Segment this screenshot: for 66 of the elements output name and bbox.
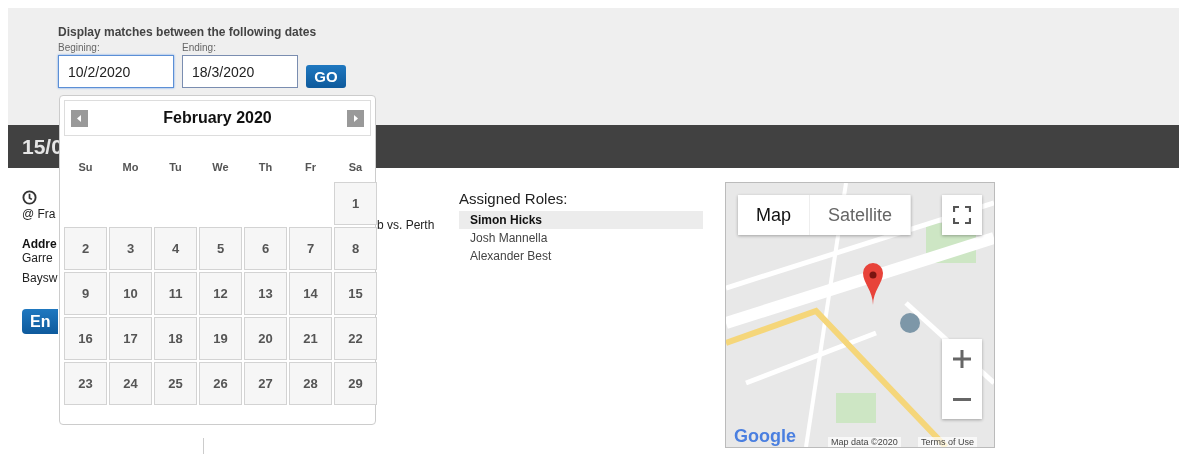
calendar-title: February 2020 [163, 109, 272, 127]
field-label: Begining: [58, 42, 101, 53]
calendar-day[interactable]: 14 [289, 272, 332, 315]
calendar-day[interactable]: 16 [64, 317, 107, 360]
plus-icon [953, 350, 971, 368]
weekday-label: Th [257, 161, 274, 173]
roles-title: Assigned Roles: [459, 190, 569, 207]
weekday-label: Sa [347, 161, 364, 173]
calendar-day[interactable]: 3 [109, 227, 152, 270]
calendar-day[interactable]: 1 [334, 182, 377, 225]
weekday-label: Fr [304, 161, 317, 173]
calendar-day[interactable]: 23 [64, 362, 107, 405]
calendar-day[interactable]: 8 [334, 227, 377, 270]
map-type-tab[interactable]: Map [738, 195, 810, 235]
calendar-day[interactable]: 4 [154, 227, 197, 270]
calendar-day[interactable]: 12 [199, 272, 242, 315]
calendar-day[interactable]: 21 [289, 317, 332, 360]
end-date-field[interactable]: 18/3/2020 [182, 55, 298, 88]
zoom-in-button[interactable] [942, 339, 982, 379]
enter-button[interactable]: En [22, 309, 58, 334]
begin-date-field[interactable]: 10/2/2020 [58, 55, 174, 88]
terms-link[interactable]: Terms of Use [918, 437, 977, 447]
role-person[interactable]: Simon Hicks [459, 211, 703, 229]
filter-title: Display matches between the following dates [58, 25, 318, 39]
calendar-day[interactable]: 10 [109, 272, 152, 315]
calendar-day[interactable]: 25 [154, 362, 197, 405]
teams-text: b vs. Perth [377, 218, 435, 232]
calendar-day[interactable]: 9 [64, 272, 107, 315]
clock-icon [22, 190, 37, 205]
role-person[interactable]: Josh Mannella [459, 229, 703, 247]
venue-text: @ Fra [22, 207, 56, 221]
fullscreen-icon[interactable] [942, 195, 982, 235]
calendar-day[interactable]: 27 [244, 362, 287, 405]
address-label: Addre [22, 237, 57, 251]
previous-month-icon[interactable] [71, 109, 88, 127]
map-logo: Google [734, 426, 796, 447]
go-button[interactable]: GO [306, 65, 346, 88]
weekday-label: Su [77, 161, 94, 173]
map-type-tab[interactable]: Satellite [810, 195, 912, 235]
calendar-day[interactable]: 17 [109, 317, 152, 360]
calendar-day[interactable]: 11 [154, 272, 197, 315]
address-line: Baysw [22, 271, 58, 285]
calendar-day[interactable]: 13 [244, 272, 287, 315]
calendar-day[interactable]: 19 [199, 317, 242, 360]
calendar-day[interactable]: 20 [244, 317, 287, 360]
map-attribution: Map data ©2020 [828, 437, 901, 447]
next-month-icon[interactable] [347, 109, 364, 127]
calendar-day[interactable]: 2 [64, 227, 107, 270]
calendar-day[interactable]: 7 [289, 227, 332, 270]
calendar-day[interactable]: 5 [199, 227, 242, 270]
calendar-day[interactable]: 18 [154, 317, 197, 360]
address-line: Garre [22, 251, 53, 265]
calendar-day[interactable]: 15 [334, 272, 377, 315]
minus-icon [953, 397, 971, 401]
calendar-day[interactable]: 22 [334, 317, 377, 360]
weekday-label: We [211, 161, 230, 173]
weekday-label: Tu [168, 161, 183, 173]
zoom-out-button[interactable] [942, 379, 982, 419]
field-label: Ending: [182, 42, 217, 53]
calendar-day[interactable]: 28 [289, 362, 332, 405]
calendar-day[interactable]: 24 [109, 362, 152, 405]
calendar-day[interactable]: 29 [334, 362, 377, 405]
role-person[interactable]: Alexander Best [459, 247, 703, 265]
weekday-label: Mo [121, 161, 140, 173]
calendar-day[interactable]: 6 [244, 227, 287, 270]
calendar-day[interactable]: 26 [199, 362, 242, 405]
